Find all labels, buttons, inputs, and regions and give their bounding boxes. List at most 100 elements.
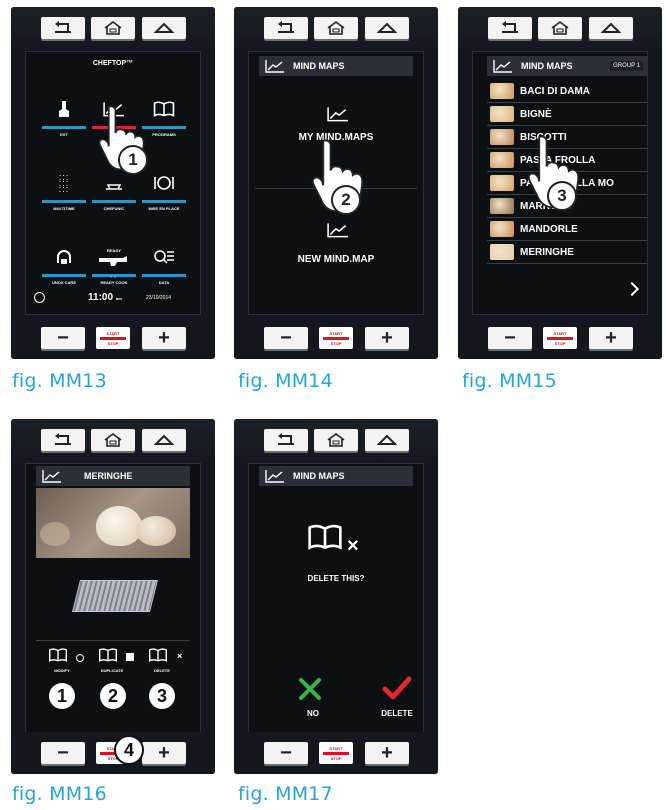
home-full-icon xyxy=(326,21,346,35)
minus-button[interactable]: − xyxy=(41,742,85,764)
recipe-thumbnail xyxy=(490,221,514,237)
plus-button[interactable]: + xyxy=(142,327,186,349)
no-button[interactable]: NO xyxy=(283,676,343,720)
list-item[interactable]: MANDORLE xyxy=(487,218,647,241)
caption-mm15: fig. MM15 xyxy=(462,370,557,392)
home-full-button[interactable] xyxy=(91,429,135,451)
mind-map-graph-icon xyxy=(327,222,349,238)
x-cross-icon xyxy=(299,678,321,700)
recipe-thumbnail xyxy=(490,83,514,99)
home-button[interactable] xyxy=(365,429,409,451)
plus-button[interactable]: + xyxy=(589,327,633,349)
menu-tile[interactable]: PROGRAMS xyxy=(142,92,186,142)
back-icon xyxy=(53,433,73,447)
recipe-thumbnail xyxy=(490,106,514,122)
ready-cook-icon: READY xyxy=(99,248,129,266)
plus-button[interactable]: + xyxy=(142,742,186,764)
panel-mm17: MIND MAPS × DELETE THIS? NO DELETE − STA… xyxy=(234,419,438,774)
tile-stripe xyxy=(142,200,186,203)
minus-button[interactable]: − xyxy=(264,327,308,349)
mind-map-graph-icon xyxy=(42,469,62,483)
screen: CHEFTOP™ EXTMPROGRAMS:::::::::MULTITIMEC… xyxy=(25,51,201,315)
step-badge-3: 3 xyxy=(149,683,175,709)
start-stop-button[interactable]: START STOP xyxy=(319,327,353,349)
home-icon xyxy=(154,21,174,35)
home-full-button[interactable] xyxy=(314,17,358,39)
menu-tile[interactable]: UNOX CARE xyxy=(42,240,86,290)
modify-button[interactable]: MODIFY xyxy=(38,648,86,678)
brand-title: CHEFTOP™ xyxy=(92,60,134,67)
plus-button[interactable]: + xyxy=(365,742,409,764)
separator xyxy=(36,640,190,641)
caption-mm16: fig. MM16 xyxy=(12,783,107,805)
back-button[interactable] xyxy=(41,17,85,39)
back-button[interactable] xyxy=(488,17,532,39)
recipe-thumbnail xyxy=(490,175,514,191)
menu-tile[interactable]: DATA xyxy=(142,240,186,290)
home-button[interactable] xyxy=(142,429,186,451)
mise-en-place-icon xyxy=(154,176,174,190)
menu-tile[interactable]: EXT xyxy=(42,92,86,142)
minus-button[interactable]: − xyxy=(264,742,308,764)
bottom-bar: − START STOP + xyxy=(234,317,438,359)
home-button[interactable] xyxy=(589,17,633,39)
header-title: MIND MAPS xyxy=(293,61,345,71)
book-view-icon xyxy=(48,648,84,664)
tile-label: MISE EN PLACE xyxy=(148,206,180,211)
duplicate-button[interactable]: DUPLICATE xyxy=(88,648,136,678)
bottom-bar: − START STOP + xyxy=(458,317,662,359)
delete-button[interactable]: × DELETE xyxy=(138,648,186,678)
home-full-button[interactable] xyxy=(314,429,358,451)
start-stop-button[interactable]: START STOP xyxy=(543,327,577,349)
home-full-button[interactable] xyxy=(538,17,582,39)
top-bar xyxy=(11,7,215,51)
home-button[interactable] xyxy=(365,17,409,39)
tile-label: CHEFUNIC xyxy=(103,206,125,211)
recipe-thumbnail xyxy=(490,198,514,214)
home-icon xyxy=(154,433,174,447)
list-item[interactable]: MERINGHE xyxy=(487,241,647,264)
minus-button[interactable]: − xyxy=(41,327,85,349)
book-icon xyxy=(153,101,175,117)
home-icon xyxy=(377,433,397,447)
clock-time: 11:00 am xyxy=(88,292,122,303)
book-delete-icon: × xyxy=(307,524,377,558)
menu-tile[interactable]: READY READY COOK xyxy=(92,240,136,290)
delete-confirm-button[interactable]: DELETE xyxy=(367,676,427,720)
group-label[interactable]: GROUP 1 xyxy=(610,61,643,71)
home-full-icon xyxy=(103,433,123,447)
bottom-bar: − START STOP + xyxy=(234,732,438,774)
check-mark-icon xyxy=(382,676,412,700)
home-full-button[interactable] xyxy=(91,17,135,39)
home-full-icon xyxy=(103,21,123,35)
panel-mm15: MIND MAPS GROUP 1 BACI DI DAMABIGNÈBISCO… xyxy=(458,7,662,359)
header-title: MIND MAPS xyxy=(521,61,573,71)
header-title: MIND MAPS xyxy=(293,471,345,481)
clock-date: 23/10/2014 xyxy=(146,295,172,301)
delete-question: DELETE THIS? xyxy=(307,574,365,583)
back-icon xyxy=(276,21,296,35)
plus-button[interactable]: + xyxy=(365,327,409,349)
home-icon xyxy=(377,21,397,35)
chevron-right-icon[interactable] xyxy=(624,281,640,297)
settings-icon[interactable] xyxy=(34,292,45,303)
start-stop-button[interactable]: START STOP xyxy=(96,327,130,349)
menu-tile[interactable]: ::::::::: MULTITIME xyxy=(42,166,86,216)
action-label: DELETE xyxy=(154,668,170,673)
header-bar: MERINGHE xyxy=(36,466,190,486)
book-copy-icon xyxy=(98,648,134,664)
back-button[interactable] xyxy=(264,17,308,39)
recipe-photo xyxy=(36,488,190,558)
top-bar xyxy=(234,419,438,463)
start-stop-button[interactable]: START STOP xyxy=(319,742,353,764)
tray-image xyxy=(72,580,158,612)
list-item[interactable]: BACI DI DAMA xyxy=(487,80,647,103)
multitime-grid-icon: ::::::::: xyxy=(58,172,70,194)
minus-button[interactable]: − xyxy=(488,327,532,349)
menu-tile[interactable]: MISE EN PLACE xyxy=(142,166,186,216)
action-label: DUPLICATE xyxy=(100,668,124,673)
back-button[interactable] xyxy=(41,429,85,451)
back-button[interactable] xyxy=(264,429,308,451)
list-item[interactable]: BIGNÈ xyxy=(487,103,647,126)
home-button[interactable] xyxy=(142,17,186,39)
